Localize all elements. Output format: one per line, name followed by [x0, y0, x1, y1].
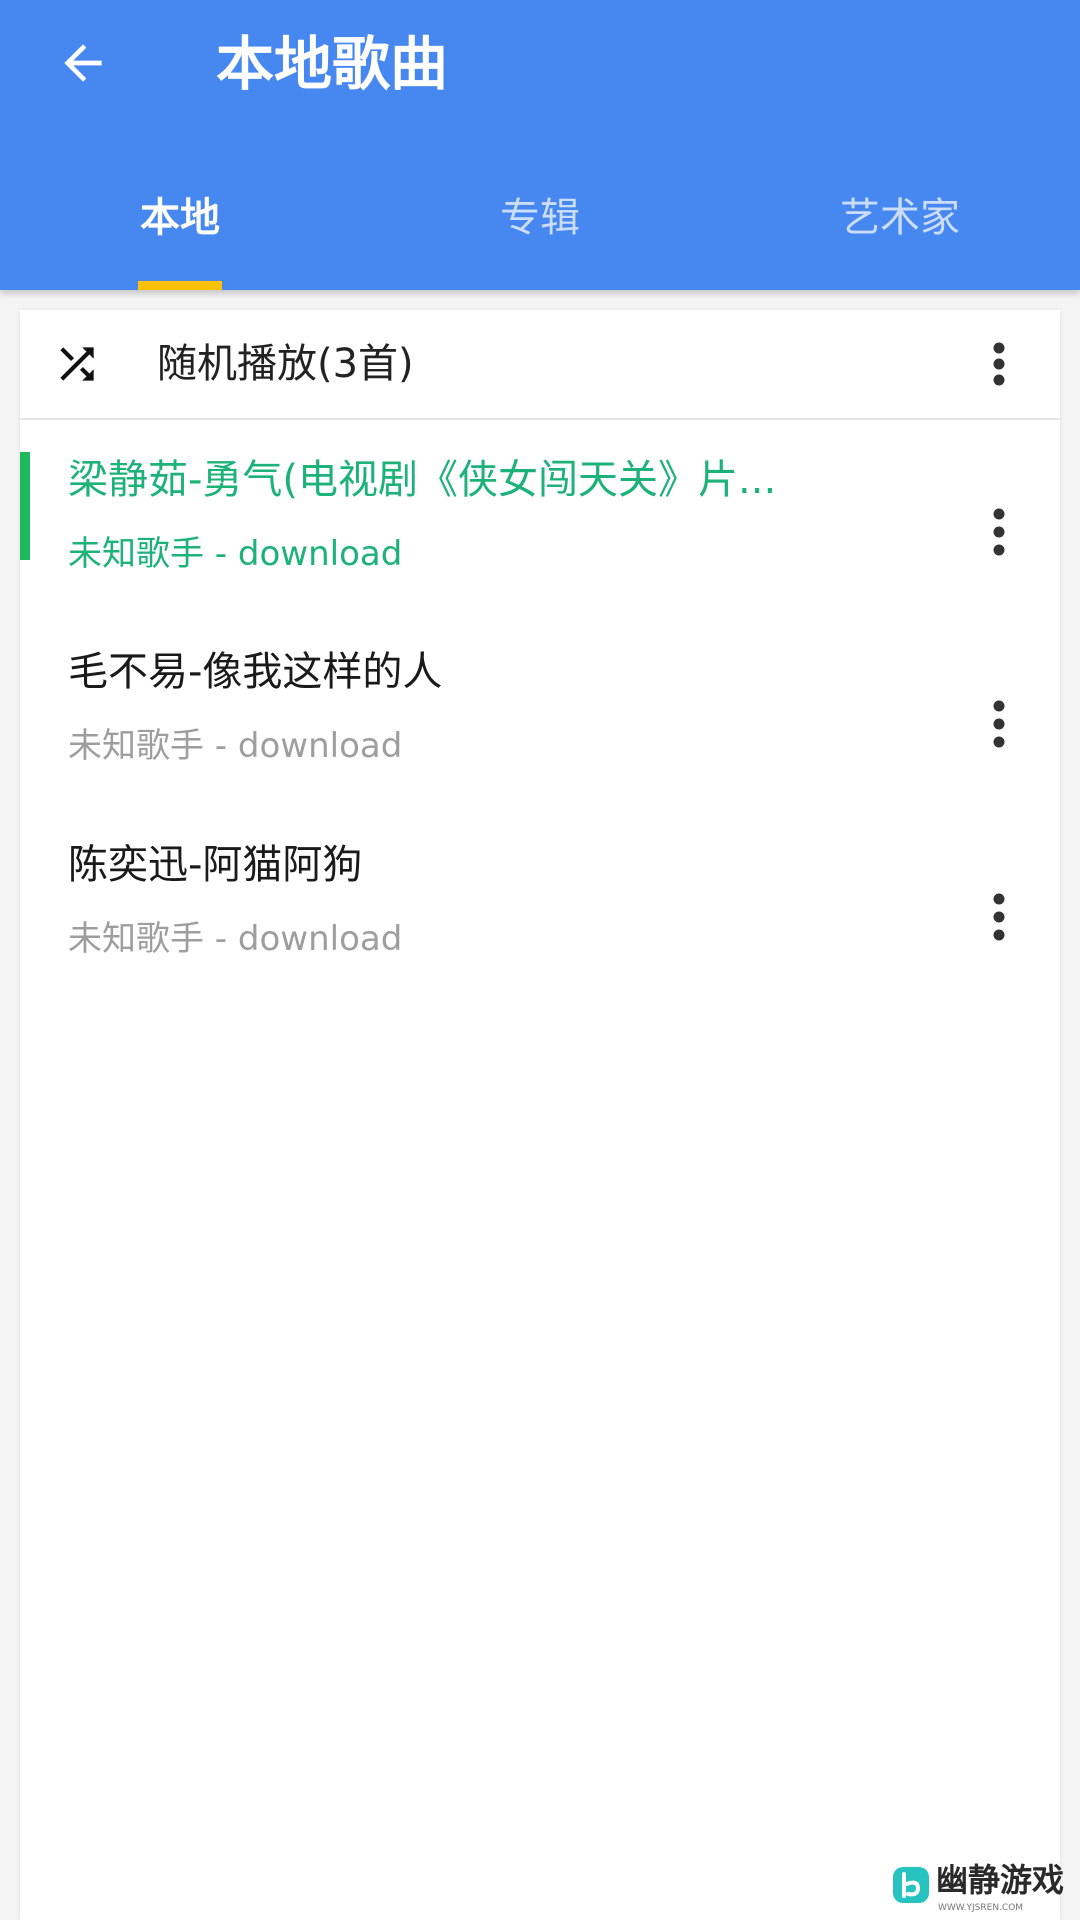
page-title: 本地歌曲 — [216, 30, 449, 98]
tab-local[interactable]: 本地 — [0, 170, 360, 290]
shuffle-play-label: 随机播放(3首) — [157, 341, 414, 387]
song-more-button[interactable] — [977, 885, 1021, 949]
tab-albums[interactable]: 专辑 — [360, 170, 720, 290]
song-artist-album: 未知歌手 - download — [68, 726, 403, 766]
shuffle-icon — [60, 347, 94, 381]
watermark-logo-icon — [893, 1867, 929, 1903]
song-artist-album: 未知歌手 - download — [68, 919, 403, 959]
tab-label: 本地 — [140, 195, 220, 241]
song-item[interactable]: 陈奕迅-阿猫阿狗 未知歌手 - download — [20, 837, 1060, 1027]
watermark: 幽静游戏 WWW.YJSREN.COM — [892, 1858, 1074, 1918]
song-item[interactable]: 梁静茹-勇气(电视剧《侠女闯天关》片... 未知歌手 - download — [20, 452, 1060, 642]
song-title: 毛不易-像我这样的人 — [68, 649, 443, 695]
tab-bar: 本地 专辑 艺术家 — [0, 170, 1080, 290]
more-vertical-icon — [993, 508, 1005, 556]
song-list-panel: 随机播放(3首) 梁静茹-勇气(电视剧《侠女闯天关》片... 未知歌手 - do… — [20, 310, 1060, 1920]
shuffle-play-row[interactable]: 随机播放(3首) — [20, 310, 1060, 420]
watermark-url: WWW.YJSREN.COM — [938, 1903, 1024, 1913]
more-vertical-icon — [993, 700, 1005, 748]
app-bar: 本地歌曲 本地 专辑 艺术家 — [0, 0, 1080, 290]
more-vertical-icon — [993, 893, 1005, 941]
watermark-text: 幽静游戏 — [936, 1861, 1065, 1899]
more-vertical-icon — [993, 342, 1005, 386]
song-more-button[interactable] — [977, 500, 1021, 564]
song-item[interactable]: 毛不易-像我这样的人 未知歌手 - download — [20, 644, 1060, 834]
tab-artists[interactable]: 艺术家 — [720, 170, 1080, 290]
arrow-left-icon — [64, 44, 102, 82]
song-more-button[interactable] — [977, 692, 1021, 756]
song-title: 陈奕迅-阿猫阿狗 — [68, 842, 363, 888]
tab-indicator — [138, 281, 222, 290]
now-playing-indicator — [20, 452, 30, 560]
tab-label: 艺术家 — [840, 195, 960, 241]
shuffle-more-button[interactable] — [977, 332, 1021, 396]
back-button[interactable] — [40, 20, 126, 106]
tab-label: 专辑 — [500, 195, 580, 241]
song-title: 梁静茹-勇气(电视剧《侠女闯天关》片... — [68, 457, 777, 503]
song-artist-album: 未知歌手 - download — [68, 534, 403, 574]
